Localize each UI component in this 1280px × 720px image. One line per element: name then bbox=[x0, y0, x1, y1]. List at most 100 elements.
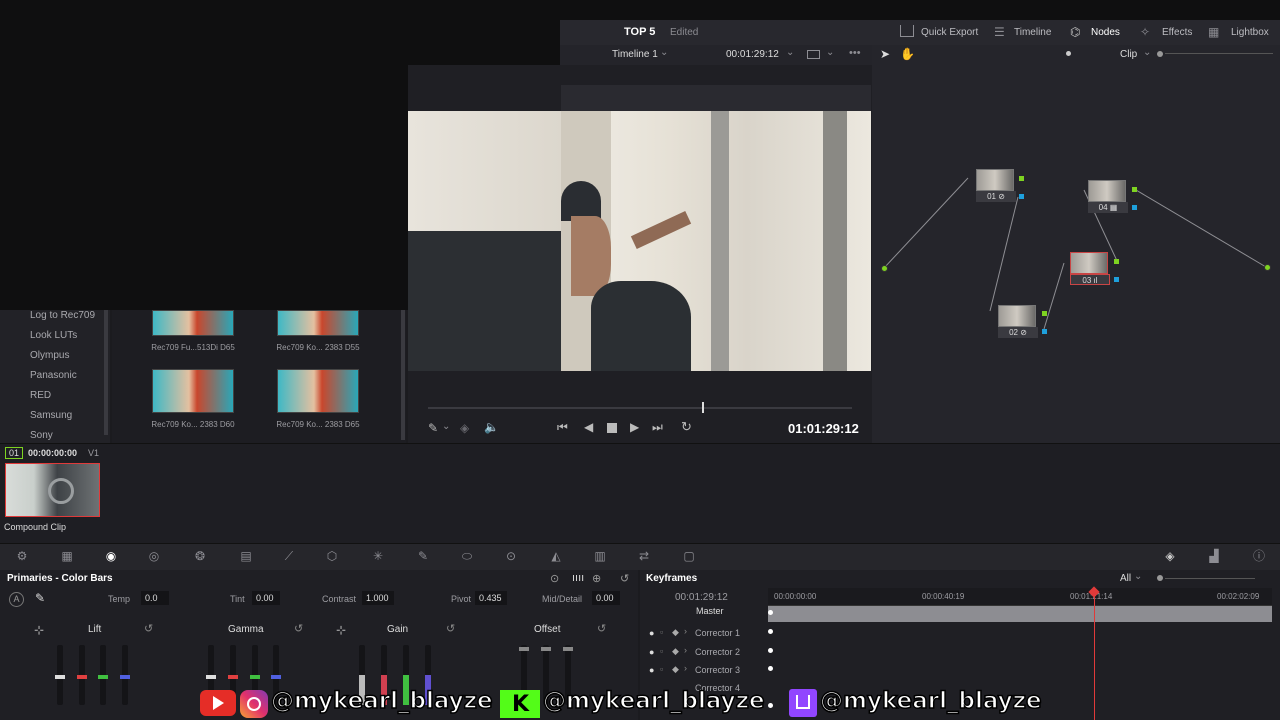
tint-field[interactable]: 0.00 bbox=[252, 591, 280, 605]
enable-dot-icon[interactable]: ● bbox=[649, 647, 654, 657]
crosshair-icon[interactable]: ⊹ bbox=[336, 623, 346, 637]
reset-icon[interactable]: ↺ bbox=[446, 622, 455, 635]
lift-master-slider[interactable] bbox=[55, 645, 65, 705]
chevron-right-icon[interactable]: › bbox=[684, 645, 687, 655]
curves-icon[interactable]: ⟋ bbox=[281, 549, 297, 563]
bars-mode-icon[interactable]: ıııı bbox=[572, 572, 584, 584]
warper-grid-icon[interactable]: ✳ bbox=[370, 549, 386, 563]
lut-thumbnail[interactable] bbox=[152, 310, 234, 336]
key-icon[interactable]: ⇄ bbox=[636, 549, 652, 563]
node-pin[interactable] bbox=[1114, 259, 1119, 264]
hdr-wheels-icon[interactable]: ◎ bbox=[146, 549, 162, 563]
stop-icon[interactable] bbox=[607, 423, 617, 433]
mid-detail-field[interactable]: 0.00 bbox=[592, 591, 620, 605]
node-pin[interactable] bbox=[1114, 277, 1119, 282]
chevron-down-icon[interactable]: ⌄ bbox=[442, 421, 450, 432]
qualifier-icon[interactable]: ✎ bbox=[415, 549, 431, 563]
keyframe-ruler[interactable]: 00:00:00:00 00:00:40:19 00:01:21:14 00:0… bbox=[768, 588, 1272, 606]
lut-category[interactable]: Olympus bbox=[30, 350, 69, 361]
keyframe-dot[interactable] bbox=[768, 703, 773, 708]
node-04[interactable]: 04 ▦ bbox=[1088, 180, 1128, 214]
auto-balance-icon[interactable]: A bbox=[9, 592, 24, 607]
tracker-icon[interactable]: ⊙ bbox=[503, 549, 519, 563]
lift-red-slider[interactable] bbox=[77, 645, 87, 705]
layers-icon[interactable]: ◈ bbox=[460, 421, 469, 435]
chevron-down-icon[interactable]: ⌄ bbox=[660, 47, 668, 58]
node-01[interactable]: 01 ⊘ bbox=[976, 169, 1016, 203]
camera-raw-icon[interactable]: ⚙ bbox=[14, 549, 30, 563]
node-03[interactable]: 03 ıl bbox=[1070, 252, 1110, 286]
color-wheels-icon[interactable]: ◉ bbox=[103, 549, 119, 563]
scrubber-playhead[interactable] bbox=[702, 402, 704, 413]
keyframe-dot[interactable] bbox=[768, 610, 773, 615]
lut-category[interactable]: Panasonic bbox=[30, 370, 77, 381]
timecode-display[interactable]: 00:01:29:12 bbox=[726, 49, 779, 60]
color-match-icon[interactable]: ▦ bbox=[59, 549, 75, 563]
zoom-slider[interactable] bbox=[1165, 578, 1255, 579]
node-pin[interactable] bbox=[1019, 176, 1024, 181]
white-balance-picker-icon[interactable]: ✎ bbox=[35, 591, 45, 605]
crosshair-icon[interactable]: ⊹ bbox=[34, 623, 44, 637]
scrubber-track[interactable] bbox=[428, 407, 852, 409]
temp-field[interactable]: 0.0 bbox=[141, 591, 169, 605]
node-pin[interactable] bbox=[1132, 205, 1137, 210]
play-icon[interactable]: ▶ bbox=[630, 420, 639, 434]
keyframe-dot[interactable] bbox=[768, 629, 773, 634]
timeline-selector[interactable]: Timeline 1 bbox=[612, 49, 658, 60]
lut-category[interactable]: Samsung bbox=[30, 410, 72, 421]
viewer-size-icon[interactable] bbox=[807, 50, 820, 59]
lock-icon[interactable]: ▫ bbox=[660, 664, 663, 674]
lut-category[interactable]: Sony bbox=[30, 430, 53, 441]
keyframe-dot[interactable] bbox=[768, 666, 773, 671]
lift-blue-slider[interactable] bbox=[120, 645, 130, 705]
clip-thumbnail[interactable] bbox=[5, 463, 100, 517]
sizing-icon[interactable]: ▢ bbox=[681, 549, 697, 563]
picker-icon[interactable]: ✎ bbox=[428, 421, 438, 435]
blur-icon[interactable]: ▥ bbox=[592, 549, 608, 563]
zoom-slider-knob[interactable] bbox=[1157, 575, 1163, 581]
contrast-field[interactable]: 1.000 bbox=[362, 591, 394, 605]
lut-category[interactable]: Log to Rec709 bbox=[30, 310, 95, 321]
lock-icon[interactable]: ▫ bbox=[660, 627, 663, 637]
color-warper-icon[interactable]: ⬡ bbox=[324, 549, 340, 563]
lut-thumbnail[interactable] bbox=[277, 369, 359, 413]
skip-forward-icon[interactable]: ⏭ bbox=[652, 420, 663, 435]
info-icon[interactable]: ⓘ bbox=[1251, 549, 1267, 563]
lock-icon[interactable]: ▫ bbox=[660, 646, 663, 656]
reset-icon[interactable]: ↺ bbox=[620, 572, 629, 585]
lift-green-slider[interactable] bbox=[98, 645, 108, 705]
enable-dot-icon[interactable]: ● bbox=[649, 628, 654, 638]
window-icon[interactable]: ⬭ bbox=[459, 549, 475, 563]
keyframe-dot[interactable] bbox=[768, 648, 773, 653]
keyframe-icon[interactable]: ◆ bbox=[672, 664, 679, 675]
chevron-right-icon[interactable]: › bbox=[684, 663, 687, 673]
skip-back-icon[interactable]: ⏮ bbox=[557, 420, 568, 435]
master-track-bar[interactable] bbox=[768, 606, 1272, 622]
loop-icon[interactable]: ↻ bbox=[681, 419, 692, 435]
motion-effects-icon[interactable]: ▤ bbox=[238, 549, 254, 563]
node-pin[interactable] bbox=[1042, 329, 1047, 334]
chevron-right-icon[interactable]: › bbox=[684, 626, 687, 636]
lut-category[interactable]: Look LUTs bbox=[30, 330, 77, 341]
playhead-line[interactable] bbox=[1094, 592, 1095, 720]
node-pin[interactable] bbox=[1019, 194, 1024, 199]
rgb-mixer-icon[interactable]: ❂ bbox=[192, 549, 208, 563]
scopes-icon[interactable]: ▟ bbox=[1206, 549, 1222, 563]
speaker-icon[interactable]: 🔈 bbox=[484, 420, 499, 434]
reset-icon[interactable]: ↺ bbox=[597, 622, 606, 635]
reset-icon[interactable]: ↺ bbox=[144, 622, 153, 635]
node-pin[interactable] bbox=[1132, 187, 1137, 192]
more-options-icon[interactable]: ••• bbox=[849, 47, 861, 59]
keyframes-filter[interactable]: All bbox=[1120, 573, 1131, 584]
lut-thumbnail[interactable] bbox=[152, 369, 234, 413]
lut-thumbnail[interactable] bbox=[277, 310, 359, 336]
keyframe-icon[interactable]: ◆ bbox=[672, 646, 679, 657]
node-output-icon[interactable] bbox=[1264, 264, 1271, 271]
grid-scrollbar[interactable] bbox=[401, 310, 405, 440]
chevron-down-icon[interactable]: ⌄ bbox=[786, 47, 794, 58]
enable-dot-icon[interactable]: ● bbox=[649, 665, 654, 675]
list-scrollbar[interactable] bbox=[104, 310, 108, 435]
reset-icon[interactable]: ↺ bbox=[294, 622, 303, 635]
lut-category[interactable]: RED bbox=[30, 390, 51, 401]
chevron-down-icon[interactable]: ⌄ bbox=[826, 47, 834, 58]
